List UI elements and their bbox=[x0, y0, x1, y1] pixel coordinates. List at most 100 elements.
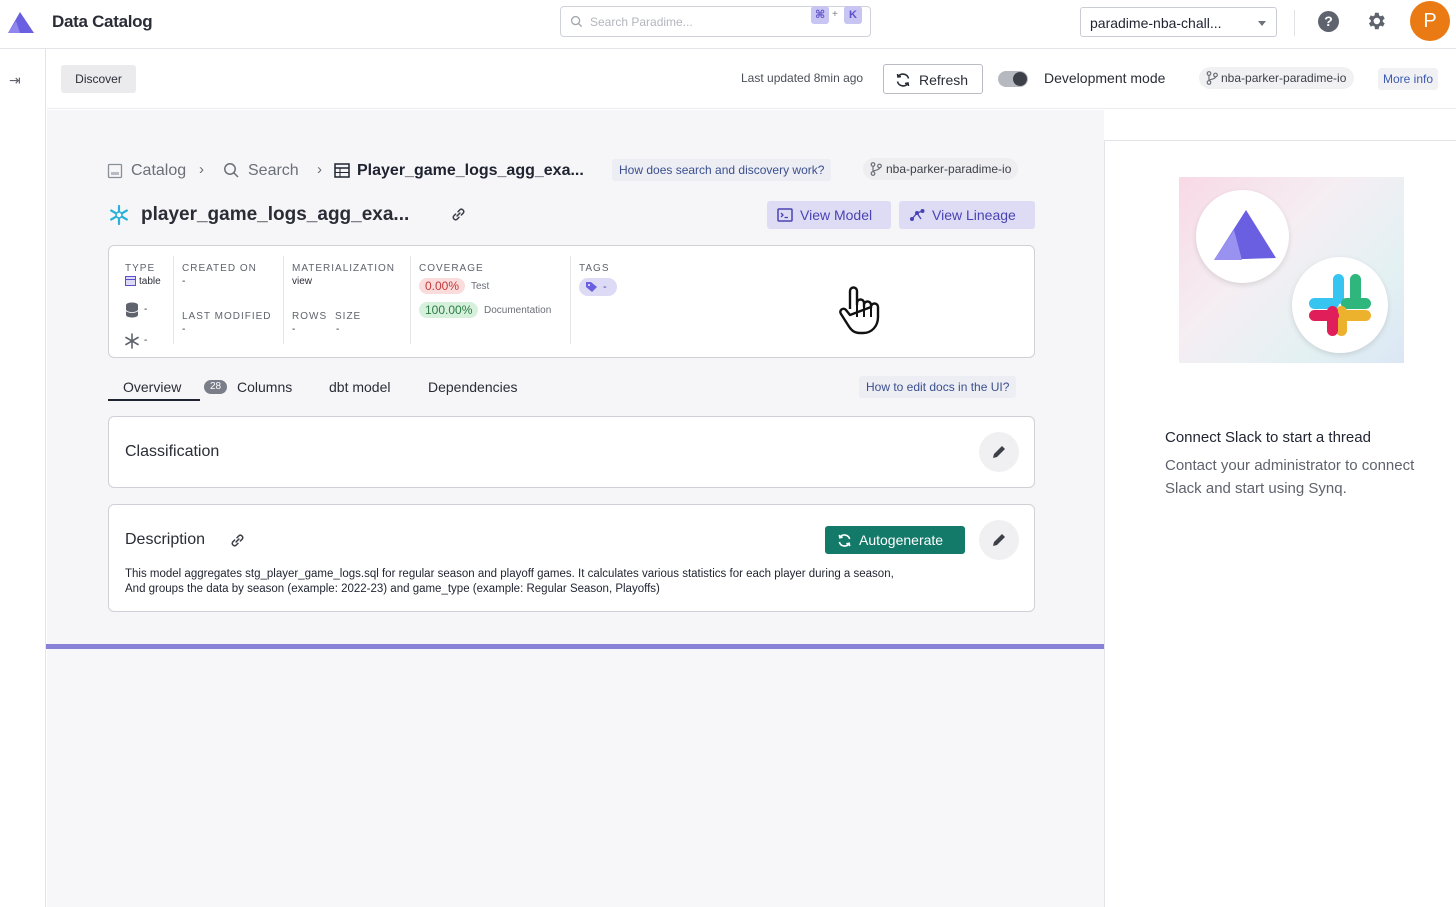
tab-overview[interactable]: Overview bbox=[123, 379, 181, 395]
breadcrumb-current: Player_game_logs_agg_exa... bbox=[357, 162, 584, 179]
toolbar-divider bbox=[1294, 10, 1295, 36]
description-line: And groups the data by season (example: … bbox=[125, 583, 660, 595]
tab-discover[interactable]: Discover bbox=[61, 65, 136, 93]
type-value: table bbox=[139, 276, 161, 287]
gear-icon[interactable] bbox=[1365, 10, 1387, 32]
view-lineage-label: View Lineage bbox=[932, 207, 1016, 223]
shortcut-key-k: K bbox=[844, 6, 862, 24]
tag-icon bbox=[586, 282, 597, 292]
link-icon[interactable] bbox=[229, 532, 246, 549]
description-panel: Description Autogenerate This model aggr… bbox=[108, 504, 1035, 612]
chevron-right-icon: › bbox=[317, 161, 322, 178]
view-lineage-button[interactable]: View Lineage bbox=[899, 201, 1035, 229]
main-content-lower bbox=[47, 649, 1104, 907]
materialization-value: view bbox=[292, 276, 313, 287]
catalog-icon bbox=[107, 163, 123, 179]
classification-title: Classification bbox=[125, 443, 220, 460]
description-text: This model aggregates stg_player_game_lo… bbox=[125, 567, 1025, 597]
hand-cursor-icon bbox=[839, 286, 880, 335]
workspace-select[interactable]: paradime-nba-chall... bbox=[1080, 7, 1277, 37]
top-bar: Data Catalog ⌘ + K paradime-nba-chall...… bbox=[0, 0, 1456, 49]
development-mode-label: Development mode bbox=[1044, 70, 1166, 86]
metadata-divider bbox=[570, 256, 571, 344]
git-branch-icon bbox=[1206, 71, 1218, 85]
slack-logo-badge bbox=[1292, 257, 1388, 353]
description-line: This model aggregates stg_player_game_lo… bbox=[125, 568, 894, 580]
slack-panel-body: Contact your administrator to connect Sl… bbox=[1165, 457, 1415, 497]
coverage-label: COVERAGE bbox=[419, 263, 484, 274]
edit-classification-button[interactable] bbox=[979, 432, 1019, 472]
search-discovery-help-link[interactable]: How does search and discovery work? bbox=[612, 159, 832, 181]
paradime-logo-icon[interactable] bbox=[6, 9, 36, 35]
active-tab-indicator bbox=[108, 399, 200, 401]
slack-panel: Connect Slack to start a thread Contact … bbox=[1104, 140, 1456, 907]
tags-badge[interactable]: - bbox=[579, 278, 617, 296]
avatar[interactable]: P bbox=[1410, 1, 1450, 41]
tab-dependencies[interactable]: Dependencies bbox=[428, 379, 518, 395]
edit-docs-help-link[interactable]: How to edit docs in the UI? bbox=[859, 376, 1017, 398]
classification-panel: Classification bbox=[108, 416, 1035, 488]
branch-chip[interactable]: nba-parker-paradime-io bbox=[1199, 67, 1355, 89]
snowflake-schema-icon bbox=[125, 333, 139, 349]
search-input[interactable] bbox=[590, 12, 790, 32]
table-icon bbox=[125, 276, 136, 286]
model-title: player_game_logs_agg_exa... bbox=[141, 204, 410, 225]
slack-hero-illustration bbox=[1179, 177, 1404, 363]
view-model-button[interactable]: View Model bbox=[767, 201, 891, 229]
search-icon bbox=[224, 163, 239, 178]
type-label: TYPE bbox=[125, 263, 156, 274]
database-icon bbox=[125, 302, 139, 318]
materialization-label: MATERIALIZATION bbox=[292, 263, 395, 274]
tab-dbt-model[interactable]: dbt model bbox=[329, 379, 390, 395]
lineage-icon bbox=[910, 209, 925, 221]
autogenerate-label: Autogenerate bbox=[859, 532, 944, 548]
table-icon bbox=[334, 163, 350, 178]
description-title: Description bbox=[125, 531, 206, 548]
test-coverage-badge: 0.00% bbox=[419, 278, 466, 294]
refresh-label: Refresh bbox=[919, 72, 969, 88]
paradime-logo-icon bbox=[1214, 210, 1276, 260]
size-label: SIZE bbox=[335, 311, 362, 322]
expand-sidebar-icon[interactable]: ⇥ bbox=[9, 72, 21, 89]
workspace-select-value: paradime-nba-chall... bbox=[1090, 15, 1222, 31]
branch-chip[interactable]: nba-parker-paradime-io bbox=[863, 158, 1019, 180]
branch-name: nba-parker-paradime-io bbox=[1221, 71, 1347, 85]
branch-name: nba-parker-paradime-io bbox=[886, 162, 1012, 176]
git-branch-icon bbox=[870, 162, 882, 176]
breadcrumb-search[interactable]: Search bbox=[248, 162, 299, 180]
left-rail: ⇥ bbox=[0, 49, 46, 907]
metadata-card: TYPE table - - CREATED ON - LAST MODIFIE… bbox=[108, 245, 1035, 358]
rows-label: ROWS bbox=[292, 311, 328, 322]
tags-label: TAGS bbox=[579, 263, 610, 274]
pencil-icon bbox=[993, 446, 1005, 458]
test-coverage-label: Test bbox=[471, 281, 490, 292]
metadata-divider bbox=[410, 256, 411, 344]
chevron-down-icon bbox=[1258, 21, 1266, 26]
search-icon bbox=[570, 15, 583, 28]
tags-value: - bbox=[603, 281, 607, 293]
slack-panel-title: Connect Slack to start a thread bbox=[1165, 429, 1371, 446]
autogenerate-button[interactable]: Autogenerate bbox=[825, 526, 965, 554]
link-icon[interactable] bbox=[450, 206, 467, 223]
rows-value: - bbox=[292, 324, 296, 335]
tab-columns[interactable]: Columns bbox=[237, 379, 292, 395]
edit-description-button[interactable] bbox=[979, 520, 1019, 560]
last-updated-text: Last updated 8min ago bbox=[741, 71, 864, 85]
code-window-icon bbox=[777, 208, 793, 222]
schema-value: - bbox=[144, 335, 148, 346]
view-model-label: View Model bbox=[800, 207, 873, 223]
shortcut-plus: + bbox=[832, 9, 838, 20]
help-icon[interactable]: ? bbox=[1318, 11, 1339, 32]
refresh-icon bbox=[838, 534, 851, 547]
created-on-label: CREATED ON bbox=[182, 263, 257, 274]
chevron-right-icon: › bbox=[199, 161, 204, 178]
refresh-button[interactable]: Refresh bbox=[883, 64, 983, 94]
size-value: - bbox=[336, 324, 340, 335]
metadata-divider bbox=[173, 256, 174, 344]
toggle-knob bbox=[1013, 72, 1027, 86]
breadcrumb-catalog[interactable]: Catalog bbox=[131, 162, 186, 180]
doc-coverage-badge: 100.00% bbox=[419, 302, 479, 318]
development-mode-toggle[interactable] bbox=[998, 71, 1028, 87]
paradime-logo-badge bbox=[1196, 190, 1289, 283]
more-info-link[interactable]: More info bbox=[1378, 68, 1439, 90]
